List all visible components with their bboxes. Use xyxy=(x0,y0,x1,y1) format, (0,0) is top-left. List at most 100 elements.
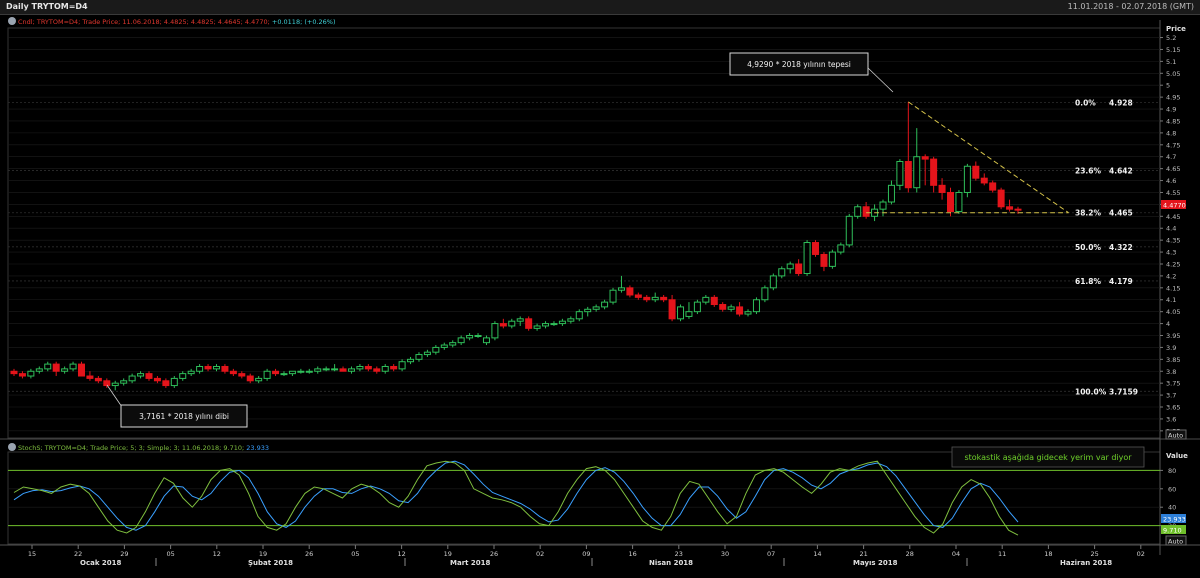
month-label: Mart 2018 xyxy=(450,559,491,567)
y-tick-label: 4.9 xyxy=(1166,106,1176,114)
candle xyxy=(120,380,128,384)
y-tick-label: 3.7 xyxy=(1166,392,1176,400)
y-tick-label: 3.6 xyxy=(1166,415,1176,423)
candle xyxy=(356,365,364,370)
price-grid xyxy=(8,37,1160,432)
stoch-d-line xyxy=(13,460,1019,531)
candle xyxy=(769,275,777,289)
candle xyxy=(61,368,69,372)
stoch-y-tick-label: 80 xyxy=(1168,467,1176,475)
candle xyxy=(626,287,634,296)
y-tick-label: 3.8 xyxy=(1166,368,1176,376)
candle xyxy=(989,182,997,191)
stoch-d-tag-label: 23.933 xyxy=(1163,516,1186,524)
candle xyxy=(660,296,668,301)
candle xyxy=(196,365,204,372)
candle xyxy=(440,344,448,348)
candle xyxy=(727,306,735,310)
candle xyxy=(128,375,136,382)
candle xyxy=(432,346,440,353)
peak-leader-line xyxy=(867,67,894,93)
candle xyxy=(778,268,786,277)
candle xyxy=(449,342,457,346)
candle xyxy=(407,358,415,363)
candle xyxy=(69,363,77,370)
x-tick-label: 19 xyxy=(259,550,267,558)
y-tick-label: 5.15 xyxy=(1166,46,1180,54)
candle xyxy=(904,160,912,189)
resistance-trendline xyxy=(908,101,1069,214)
x-tick-label: 11 xyxy=(998,550,1006,558)
stoch-k-tag-label: 9.710 xyxy=(1163,527,1182,535)
y-tick-label: 4.6 xyxy=(1166,177,1176,185)
candle xyxy=(837,244,845,253)
stochastic-lines xyxy=(13,460,1019,536)
x-tick-label: 15 xyxy=(28,550,36,558)
fib-value: 4.642 xyxy=(1109,167,1133,176)
candle xyxy=(499,323,507,327)
candle xyxy=(187,370,195,375)
x-tick-label: 14 xyxy=(813,550,821,558)
candle xyxy=(896,160,904,186)
candle xyxy=(820,253,828,267)
month-label: Haziran 2018 xyxy=(1060,559,1112,567)
y-tick-label: 3.65 xyxy=(1166,404,1180,412)
candle xyxy=(111,382,119,387)
candle xyxy=(364,365,372,370)
candle xyxy=(280,373,288,376)
candle xyxy=(229,370,237,375)
month-label: Mayıs 2018 xyxy=(853,559,898,567)
x-tick-label: 16 xyxy=(628,550,636,558)
trough-text: 3,7161 * 2018 yılını dibi xyxy=(139,412,229,421)
candle xyxy=(963,165,971,193)
candle xyxy=(415,354,423,360)
candle xyxy=(795,263,803,275)
chart-svg[interactable]: 5.25.155.15.0554.954.94.854.84.754.74.65… xyxy=(0,0,1200,578)
candle xyxy=(879,201,887,210)
y-tick-label: 4.35 xyxy=(1166,237,1180,245)
y-tick-label: 4.4 xyxy=(1166,225,1176,233)
candle xyxy=(491,323,499,339)
candle xyxy=(845,215,853,246)
candle xyxy=(263,370,271,379)
candle xyxy=(693,301,701,313)
candle xyxy=(170,377,178,387)
candle xyxy=(288,370,296,375)
y-tick-label: 4.3 xyxy=(1166,249,1176,257)
y-tick-label: 4.25 xyxy=(1166,260,1180,268)
candle xyxy=(347,368,355,372)
candle xyxy=(145,373,153,379)
y-tick-label: 3.85 xyxy=(1166,356,1180,364)
fib-level: 38.2% xyxy=(1075,209,1102,218)
candle xyxy=(542,323,550,327)
y-tick-label: 3.75 xyxy=(1166,380,1180,388)
x-tick-label: 12 xyxy=(397,550,405,558)
fib-level: 23.6% xyxy=(1075,167,1102,176)
candle xyxy=(601,301,609,308)
candle xyxy=(887,184,895,203)
candle xyxy=(212,365,220,370)
candle xyxy=(828,251,836,267)
y-tick-label: 4.85 xyxy=(1166,117,1180,125)
candles xyxy=(10,101,1022,391)
trough-leader-line xyxy=(106,384,123,408)
candle xyxy=(668,299,676,320)
candle xyxy=(162,380,170,387)
stoch-k-line xyxy=(13,460,1019,536)
month-label: Nisan 2018 xyxy=(649,559,693,567)
x-tick-label: 29 xyxy=(120,550,128,558)
candle xyxy=(930,158,938,186)
candle xyxy=(609,289,617,303)
candle xyxy=(634,294,642,298)
candle xyxy=(786,263,794,270)
candle xyxy=(643,296,651,301)
candle xyxy=(390,365,398,370)
y-tick-label: 5 xyxy=(1166,82,1170,90)
candle xyxy=(457,337,465,344)
peak-annotation[interactable]: 4,9290 * 2018 yılının tepesi xyxy=(729,52,894,93)
y-tick-label: 4.2 xyxy=(1166,272,1176,280)
candle xyxy=(10,370,18,375)
candle xyxy=(238,373,246,377)
fib-level: 61.8% xyxy=(1075,277,1102,286)
y-tick-label: 4.65 xyxy=(1166,165,1180,173)
